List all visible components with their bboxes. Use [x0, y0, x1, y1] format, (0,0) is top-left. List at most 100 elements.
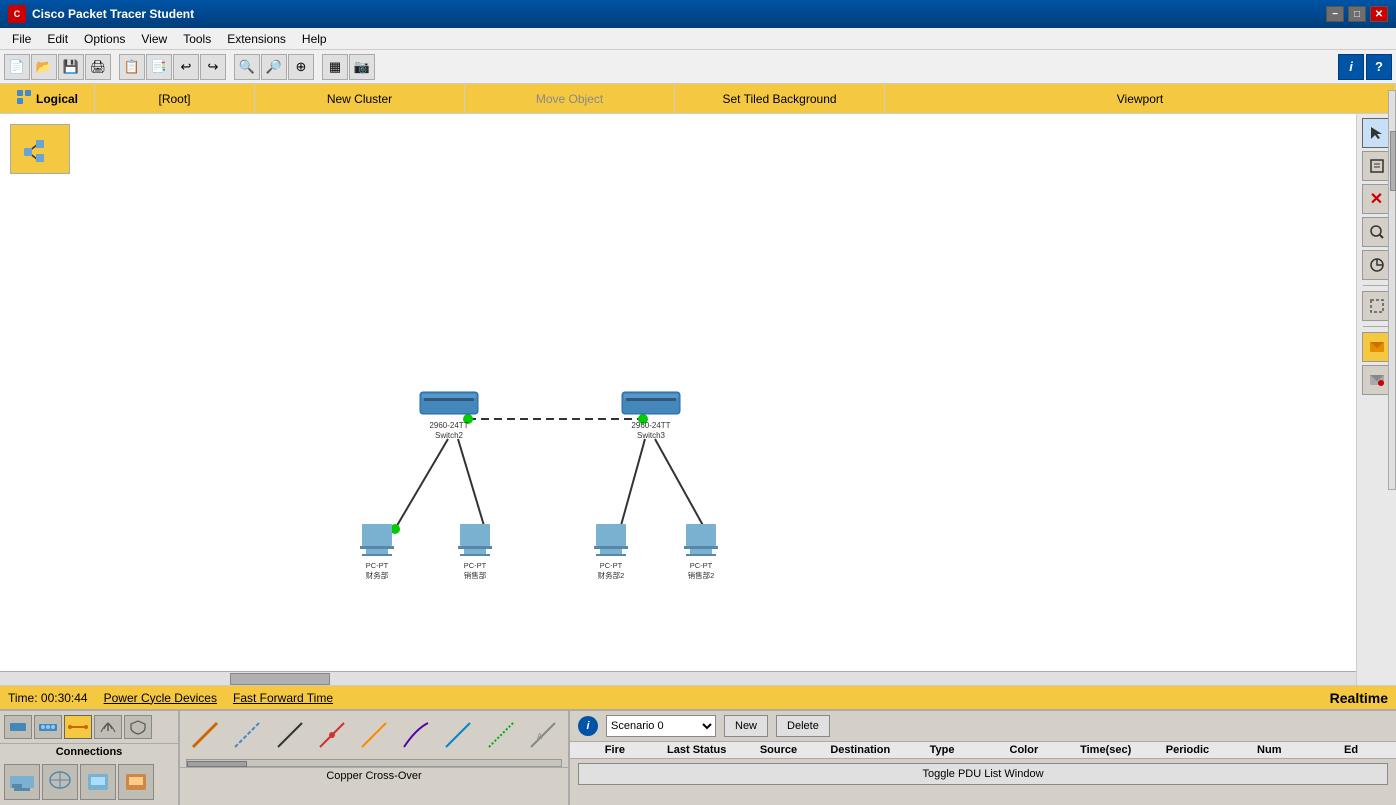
svg-text:销售部2: 销售部2 — [688, 570, 715, 580]
menubar: File Edit Options View Tools Extensions … — [0, 28, 1396, 50]
h-scrollbar-thumb[interactable] — [230, 673, 330, 685]
new-pdu-button[interactable]: New — [724, 715, 768, 737]
copy-button[interactable]: 📋 — [119, 54, 145, 80]
move-object-button[interactable]: Move Object — [465, 84, 675, 113]
auto-cable-icon[interactable]: A — [526, 717, 560, 753]
close-button[interactable]: ✕ — [1370, 6, 1388, 22]
pdu-col-num: Num — [1228, 744, 1310, 756]
delete-pdu-button[interactable]: Delete — [776, 715, 830, 737]
statusbar: Time: 00:30:44 Power Cycle Devices Fast … — [0, 685, 1396, 709]
scenario-select[interactable]: Scenario 0 — [606, 715, 716, 737]
menu-extensions[interactable]: Extensions — [219, 30, 294, 48]
grid-button[interactable]: ▦ — [322, 54, 348, 80]
straight-cable-icon[interactable] — [188, 717, 222, 753]
switch-device-icon[interactable] — [34, 715, 62, 739]
pdu-col-time: Time(sec) — [1065, 744, 1147, 756]
sw3-pc4-link — [655, 439, 705, 529]
root-breadcrumb[interactable]: [Root] — [95, 84, 255, 113]
pc3-device[interactable]: PC-PT 财务部2 — [594, 524, 628, 580]
device-sub-2[interactable] — [42, 764, 78, 800]
logical-label: Logical — [36, 92, 78, 106]
device-sub-3[interactable] — [80, 764, 116, 800]
mode-display: Realtime — [1330, 690, 1388, 706]
pdu-col-source: Source — [738, 744, 820, 756]
pdu-table-header: Fire Last Status Source Destination Type… — [570, 741, 1396, 759]
serial-cable-icon[interactable] — [272, 717, 306, 753]
pdu-col-type: Type — [901, 744, 983, 756]
switch3-device[interactable]: 2960-24TT Switch3 — [622, 392, 680, 440]
v-scrollbar-thumb[interactable] — [1390, 131, 1396, 191]
resize-tool-button[interactable] — [1362, 250, 1392, 280]
app-title: Cisco Packet Tracer Student — [32, 7, 1326, 21]
titlebar: C Cisco Packet Tracer Student − □ ✕ — [0, 0, 1396, 28]
fiber-cable-icon[interactable] — [357, 717, 391, 753]
new-button[interactable]: 📄 — [4, 54, 30, 80]
cable-h-scrollbar[interactable] — [186, 759, 562, 767]
send-pdu-button[interactable] — [1362, 332, 1392, 362]
device-sub-4[interactable] — [118, 764, 154, 800]
send-pdu-complex-button[interactable] — [1362, 365, 1392, 395]
menu-view[interactable]: View — [133, 30, 175, 48]
inspect-tool-button[interactable] — [1362, 217, 1392, 247]
connections-device-icon[interactable] — [64, 715, 92, 739]
file-tools: 📄 📂 💾 🖨 — [4, 54, 111, 80]
security-device-icon[interactable] — [124, 715, 152, 739]
new-cluster-label: New Cluster — [327, 92, 392, 106]
redo-button[interactable]: ↪ — [200, 54, 226, 80]
misc-tools: ▦ 📷 — [322, 54, 375, 80]
paste-button[interactable]: 📑 — [146, 54, 172, 80]
maximize-button[interactable]: □ — [1348, 6, 1366, 22]
select-rect-tool-button[interactable] — [1362, 291, 1392, 321]
new-cluster-button[interactable]: New Cluster — [255, 84, 465, 113]
dce-cable-icon[interactable] — [399, 717, 433, 753]
network-canvas[interactable]: 2960-24TT Switch2 2960-24TT Switch3 PC-P… — [0, 114, 1356, 685]
help-question-button[interactable]: ? — [1366, 54, 1392, 80]
menu-tools[interactable]: Tools — [175, 30, 219, 48]
device-sub-1[interactable] — [4, 764, 40, 800]
move-object-label: Move Object — [536, 92, 603, 106]
set-tiled-button[interactable]: Set Tiled Background — [675, 84, 885, 113]
topology-bar: Logical [Root] New Cluster Move Object S… — [0, 84, 1396, 114]
pc4-device[interactable]: PC-PT 销售部2 — [684, 524, 718, 580]
delete-tool-button[interactable]: ✕ — [1362, 184, 1392, 214]
minimize-button[interactable]: − — [1326, 6, 1344, 22]
save-button[interactable]: 💾 — [58, 54, 84, 80]
wireless-link-icon[interactable] — [484, 717, 518, 753]
power-cycle-button[interactable]: Power Cycle Devices — [104, 691, 217, 705]
wireless-device-icon[interactable] — [94, 715, 122, 739]
select-tool-button[interactable] — [1362, 118, 1392, 148]
logical-view[interactable]: Logical — [0, 84, 95, 113]
usb-cable-icon[interactable] — [441, 717, 475, 753]
cable-panel: A Copper Cross-Over — [180, 711, 570, 805]
h-scrollbar[interactable] — [0, 671, 1356, 685]
menu-options[interactable]: Options — [76, 30, 133, 48]
note-tool-button[interactable] — [1362, 151, 1392, 181]
phone-cable-icon[interactable] — [315, 717, 349, 753]
crossover-cable-icon[interactable] — [230, 717, 264, 753]
menu-file[interactable]: File — [4, 30, 39, 48]
print-button[interactable]: 🖨 — [85, 54, 111, 80]
undo-button[interactable]: ↩ — [173, 54, 199, 80]
zoom-reset-button[interactable]: ⊕ — [288, 54, 314, 80]
network-device-icon[interactable] — [4, 715, 32, 739]
svg-text:PC-PT: PC-PT — [464, 561, 487, 570]
screenshot-button[interactable]: 📷 — [349, 54, 375, 80]
viewport-button[interactable]: Viewport — [885, 84, 1396, 113]
v-scrollbar[interactable] — [1388, 90, 1396, 490]
menu-help[interactable]: Help — [294, 30, 335, 48]
zoom-in-button[interactable]: 🔍 — [234, 54, 260, 80]
open-button[interactable]: 📂 — [31, 54, 57, 80]
menu-edit[interactable]: Edit — [39, 30, 76, 48]
pdu-controls: i Scenario 0 New Delete — [570, 711, 1396, 741]
fast-forward-button[interactable]: Fast Forward Time — [233, 691, 333, 705]
pc1-device[interactable]: PC-PT 财务部 — [360, 524, 394, 580]
sw3-pc3-link — [620, 439, 645, 529]
zoom-out-button[interactable]: 🔎 — [261, 54, 287, 80]
pdu-col-color: Color — [983, 744, 1065, 756]
cable-scroll-thumb[interactable] — [187, 761, 247, 767]
right-toolbar: ✕ — [1356, 114, 1396, 685]
toggle-pdu-window-button[interactable]: Toggle PDU List Window — [578, 763, 1388, 785]
sw2-pc2-link — [458, 439, 485, 529]
pc2-device[interactable]: PC-PT 销售部 — [458, 524, 492, 580]
help-info-button[interactable]: i — [1338, 54, 1364, 80]
